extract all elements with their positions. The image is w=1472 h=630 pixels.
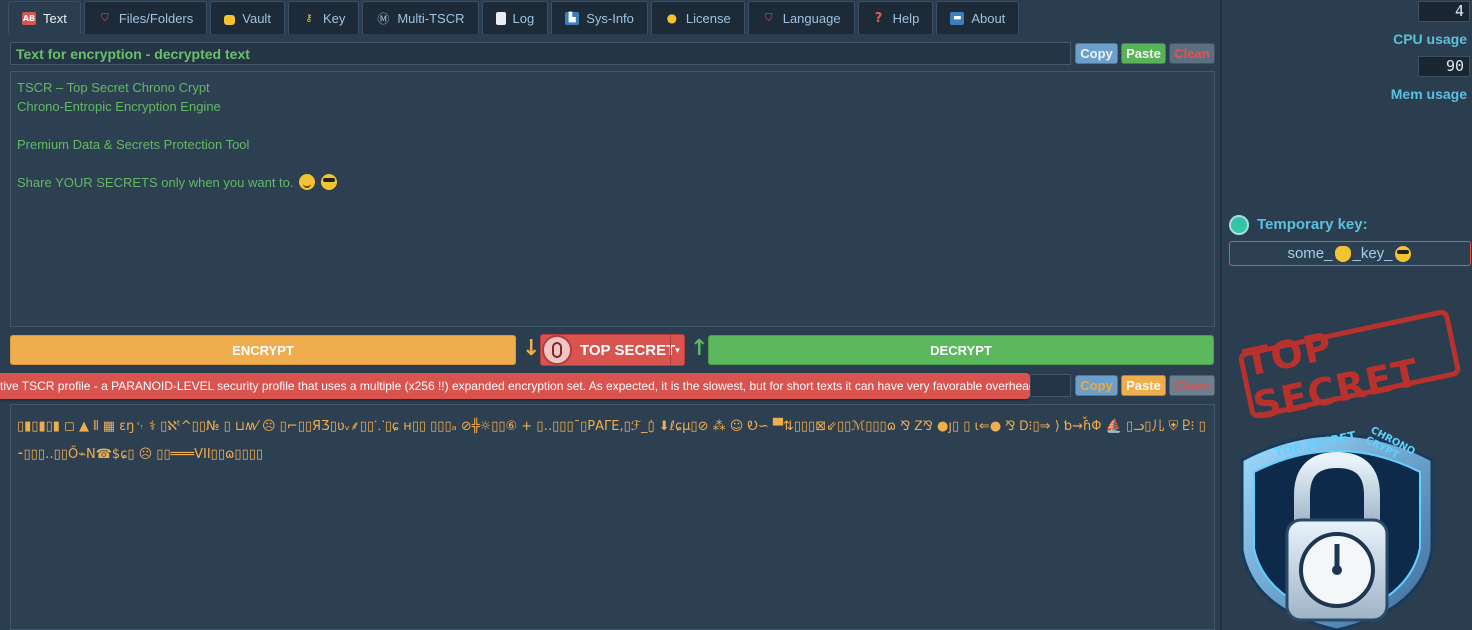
profile-label: TOP SECRET <box>580 341 676 359</box>
tab-label: Language <box>782 10 841 26</box>
tab-label: Help <box>892 10 920 26</box>
profile-select[interactable]: TOP SECRET ▾ <box>540 334 685 366</box>
plain-text-line <box>17 116 1208 135</box>
plain-text-line: Share YOUR SECRETS only when you want to… <box>17 175 294 190</box>
sunglasses-emoji-icon <box>1394 245 1411 262</box>
temp-key-toggle[interactable] <box>1229 215 1249 235</box>
chart-icon: ▙ <box>565 11 580 25</box>
plain-paste-button[interactable]: Paste <box>1121 43 1166 64</box>
cipher-paste-button[interactable]: Paste <box>1121 375 1166 396</box>
tab-key[interactable]: ⚷ Key <box>287 1 360 34</box>
plain-text-line <box>17 154 1208 173</box>
cpu-meter: 4 <box>1418 1 1470 22</box>
tab-multi-tscr[interactable]: Ⓜ Multi-TSCR <box>362 1 479 34</box>
tab-label: Multi-TSCR <box>397 10 465 26</box>
tab-label: Vault <box>242 10 271 26</box>
tab-label: Key <box>322 10 346 26</box>
medal-icon: ● <box>666 11 678 25</box>
down-arrow-icon: ↓ <box>522 336 541 361</box>
flexed-biceps-emoji-icon <box>1334 245 1351 262</box>
tab-label: Log <box>512 10 535 26</box>
cpu-label: CPU usage <box>1393 31 1467 47</box>
tab-files-folders[interactable]: ⛉ Files/Folders <box>83 1 208 34</box>
question-icon: ? <box>874 10 883 26</box>
tab-label: License <box>685 10 731 26</box>
plain-text-line: Chrono-Entropic Encryption Engine <box>17 99 221 114</box>
tab-bar: AB Text ⛉ Files/Folders Vault ⚷ Key Ⓜ Mu… <box>8 1 1020 34</box>
tab-label: Text <box>43 10 67 26</box>
chevron-down-icon[interactable]: ▾ <box>670 335 684 365</box>
smile-emoji-icon <box>299 174 316 190</box>
key-icon: ⚷ <box>305 12 313 24</box>
tab-help[interactable]: ? Help <box>857 1 934 34</box>
mem-label: Mem usage <box>1390 86 1467 102</box>
plain-text-line: Premium Data & Secrets Protection Tool <box>17 137 250 152</box>
plain-clean-button[interactable]: Clean <box>1169 43 1215 64</box>
cipher-text-area[interactable]: ▯▮▯▮▯▮ ◻ ▲ ⫴ ▦ ɛŋ␋ ⚕ ▯ℵᵗ^▯▯№ ▯ ⊔ʍ⁄ ☹ ▯⌐▯… <box>10 404 1215 630</box>
tab-label: Files/Folders <box>118 10 194 26</box>
flag-icon: ⛉ <box>764 12 773 24</box>
decrypt-button[interactable]: DECRYPT <box>708 335 1214 365</box>
top-secret-stamp: TOP SECRET <box>1237 308 1462 428</box>
app-logo: TOP SECRET CHRONO CRYPT <box>1232 420 1442 630</box>
plain-copy-button[interactable]: Copy <box>1075 43 1118 64</box>
multi-icon: Ⓜ <box>377 11 390 26</box>
plain-text-line: TSCR – Top Secret Chrono Crypt <box>17 80 210 95</box>
temp-key-mid: _key_ <box>1352 245 1393 262</box>
plain-text-line-share: Share YOUR SECRETS only when you want to… <box>17 173 1208 192</box>
temp-key-input[interactable]: some_ _key_ <box>1229 241 1471 266</box>
cipher-copy-button[interactable]: Copy <box>1075 375 1118 396</box>
plain-title: Text for encryption - decrypted text <box>16 45 250 62</box>
log-icon <box>495 11 506 25</box>
cipher-text: ▯▮▯▮▯▮ ◻ ▲ ⫴ ▦ ɛŋ␋ ⚕ ▯ℵᵗ^▯▯№ ▯ ⊔ʍ⁄ ☹ ▯⌐▯… <box>17 419 1206 462</box>
app-window: AB Text ⛉ Files/Folders Vault ⚷ Key Ⓜ Mu… <box>0 0 1472 630</box>
profile-tooltip: tive TSCR profile - a PARANOID-LEVEL sec… <box>0 373 1030 399</box>
tab-language[interactable]: ⛉ Language <box>747 1 855 34</box>
cipher-title-field[interactable] <box>1030 374 1071 397</box>
sidebar: 4 CPU usage 90 Mem usage Temporary key: … <box>1220 0 1472 630</box>
tab-text[interactable]: AB Text <box>8 1 81 34</box>
tab-label: Sys-Info <box>586 10 634 26</box>
sunglasses-emoji-icon <box>320 174 337 190</box>
cipher-clean-button[interactable]: Clean <box>1169 375 1215 396</box>
mem-meter: 90 <box>1418 56 1470 77</box>
lock-icon <box>542 335 572 365</box>
temp-key-label: Temporary key: <box>1257 216 1368 233</box>
plain-title-field[interactable]: Text for encryption - decrypted text <box>10 42 1071 65</box>
temp-key-prefix: some_ <box>1287 245 1333 262</box>
tab-label: About <box>971 10 1006 26</box>
shield-icon: ⛉ <box>101 12 109 24</box>
tooltip-text: tive TSCR profile - a PARANOID-LEVEL sec… <box>0 379 1030 393</box>
info-icon: ▬ <box>950 11 965 25</box>
encrypt-button[interactable]: ENCRYPT <box>10 335 516 365</box>
tab-license[interactable]: ● License <box>650 1 745 34</box>
stamp-text: TOP SECRET <box>1240 323 1424 429</box>
plain-text-area[interactable]: TSCR – Top Secret Chrono Crypt Chrono-En… <box>10 71 1215 327</box>
text-icon: AB <box>22 11 36 25</box>
tab-about[interactable]: ▬ About <box>936 1 1020 34</box>
lock-icon <box>224 14 236 25</box>
tab-log[interactable]: Log <box>481 1 549 34</box>
tab-vault[interactable]: Vault <box>210 1 285 34</box>
up-arrow-icon: ↑ <box>690 336 709 361</box>
tab-sys-info[interactable]: ▙ Sys-Info <box>551 1 648 34</box>
